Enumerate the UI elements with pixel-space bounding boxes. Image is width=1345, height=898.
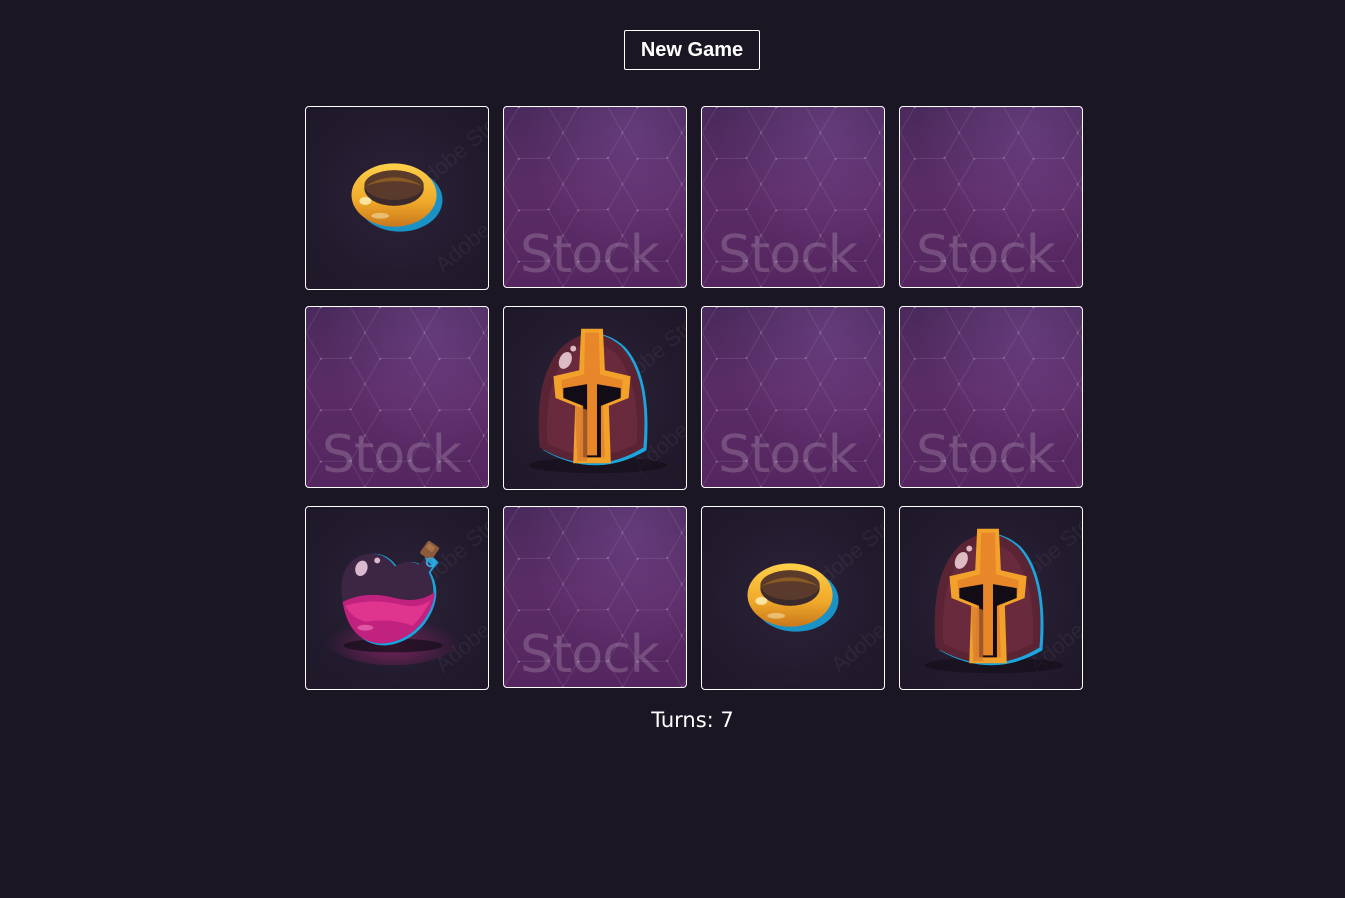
card-2[interactable]: Stock [503, 106, 687, 288]
hex-pattern [306, 307, 488, 487]
card-8[interactable]: Stock [899, 306, 1083, 488]
card-4[interactable]: Stock [899, 106, 1083, 288]
potion-icon [323, 540, 463, 666]
turns-value: 7 [720, 708, 734, 732]
hex-pattern [702, 107, 884, 287]
hex-pattern [504, 507, 686, 687]
hex-pattern [702, 307, 884, 487]
card-7[interactable]: Stock [701, 306, 885, 488]
card-11[interactable]: Adobe Stock Adobe Stock [701, 506, 885, 690]
ring-icon [351, 163, 443, 232]
new-game-button[interactable]: New Game [624, 30, 760, 70]
helmet-icon [924, 528, 1064, 674]
ring-icon [747, 563, 839, 632]
hex-pattern [900, 107, 1082, 287]
card-grid: Adobe Stock Adobe Stock Stock Adobe Stoc… [305, 106, 1083, 690]
card-9[interactable]: Adobe Stock Adobe Stock [305, 506, 489, 690]
card-1[interactable]: Adobe Stock Adobe Stock [305, 106, 489, 290]
card-6[interactable]: Adobe Stock Adobe Stock [503, 306, 687, 490]
turns-counter: Turns: 7 [0, 708, 1345, 732]
hex-pattern [900, 307, 1082, 487]
card-3[interactable]: Stock [701, 106, 885, 288]
card-12[interactable]: Adobe Stock Adobe Stock [899, 506, 1083, 690]
memory-game: New Game Adobe Stock Adobe Stock Stock A… [0, 0, 1345, 898]
turns-label: Turns: [651, 708, 714, 732]
card-10[interactable]: Stock [503, 506, 687, 688]
card-5[interactable]: Stock [305, 306, 489, 488]
helmet-icon [528, 328, 668, 474]
hex-pattern [504, 107, 686, 287]
